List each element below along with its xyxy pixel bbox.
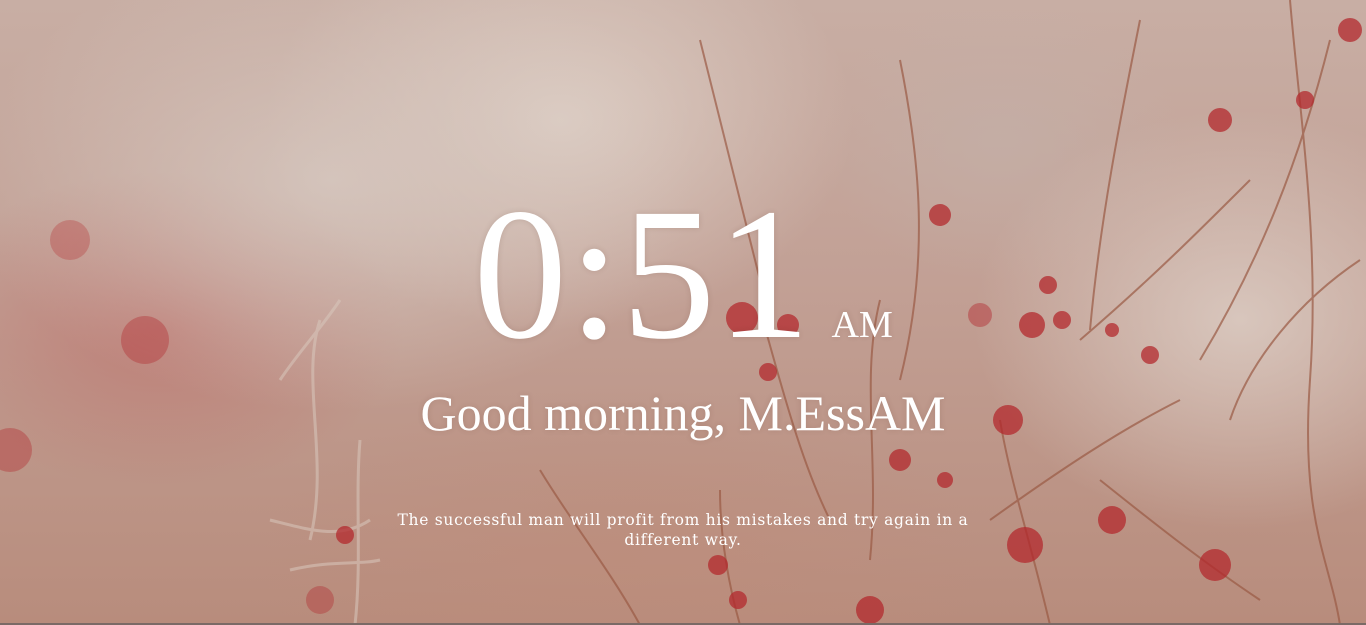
clock: 0:51 AM [0, 180, 1366, 368]
greeting-text: Good morning, M.EssAM [420, 385, 946, 441]
quote-text: The successful man will profit from his … [397, 511, 969, 549]
clock-period: AM [831, 304, 893, 346]
clock-time: 0:51 [473, 169, 812, 378]
